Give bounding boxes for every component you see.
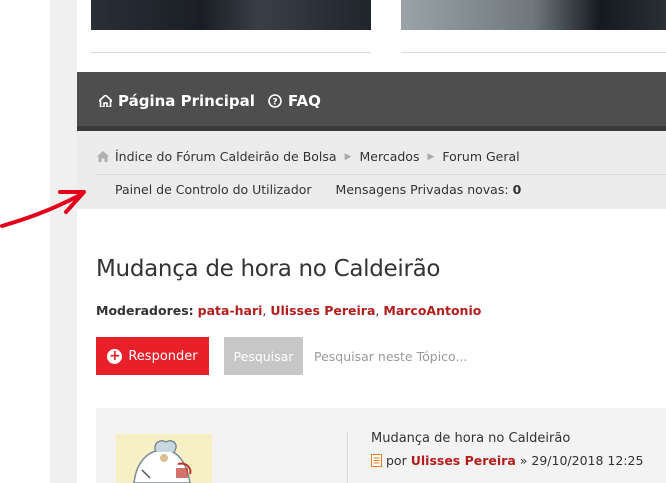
search-button-label: Pesquisar [233,348,294,364]
home-icon [99,95,112,107]
question-circle-icon: ? [268,94,282,108]
nav-faq-label: FAQ [288,92,321,110]
moderator-link[interactable]: Ulisses Pereira [270,303,375,318]
post-date: » 29/10/2018 12:25 [519,453,644,468]
moderator-link[interactable]: pata-hari [198,303,263,318]
reply-button[interactable]: + Responder [96,337,209,375]
moderators-label: Moderadores: [96,303,194,318]
nav-home-label: Página Principal [118,92,255,110]
divider [97,174,666,175]
moderator-link[interactable]: MarcoAntonio [383,303,481,318]
private-messages-link[interactable]: Mensagens Privadas novas: 0 [336,182,522,197]
divider [347,432,348,483]
chevron-right-icon: ▶ [344,151,352,162]
document-icon[interactable] [371,454,382,467]
post-by-label: por [386,453,407,468]
breadcrumb-markets[interactable]: Mercados [359,149,419,164]
private-messages-label: Mensagens Privadas novas: [335,182,509,197]
control-panel-link[interactable]: Painel de Controlo do Utilizador [115,182,312,197]
avatar-image [116,434,212,483]
user-links-bar: Painel de Controlo do Utilizador Mensage… [115,182,521,197]
page-title: Mudança de hora no Caldeirão [96,256,441,282]
top-photo-right[interactable] [401,0,666,30]
post-card: Mudança de hora no Caldeirão por Ulisses… [96,408,666,483]
reply-button-label: Responder [128,348,198,364]
search-button[interactable]: Pesquisar [224,337,303,375]
breadcrumb-area: Índice do Fórum Caldeirão de Bolsa ▶ Mer… [77,131,666,209]
post-title-link[interactable]: Mudança de hora no Caldeirão [371,431,570,446]
chevron-right-icon: ▶ [427,151,435,162]
divider [91,52,371,53]
breadcrumb: Índice do Fórum Caldeirão de Bolsa ▶ Mer… [97,149,520,164]
left-margin-bar [50,0,77,483]
annotation-arrow [0,190,86,228]
top-photo-left[interactable] [91,0,371,30]
moderators-list: Moderadores: pata-hari, Ulisses Pereira,… [96,303,481,318]
post-author-link[interactable]: Ulisses Pereira [411,453,516,468]
post-meta: por Ulisses Pereira » 29/10/2018 12:25 [371,453,643,468]
breadcrumb-forum-index[interactable]: Índice do Fórum Caldeirão de Bolsa [115,149,337,164]
nav-faq-link[interactable]: ? FAQ [268,92,321,110]
svg-text:?: ? [272,98,277,108]
topic-search-input[interactable] [303,337,563,375]
divider [401,52,666,53]
plus-circle-icon: + [107,347,123,364]
private-messages-count: 0 [512,182,522,197]
breadcrumb-general-forum[interactable]: Forum Geral [442,149,519,164]
avatar[interactable] [116,434,212,483]
home-icon [97,151,109,162]
main-navbar: Página Principal ? FAQ [77,72,666,131]
nav-home-link[interactable]: Página Principal [99,92,255,110]
